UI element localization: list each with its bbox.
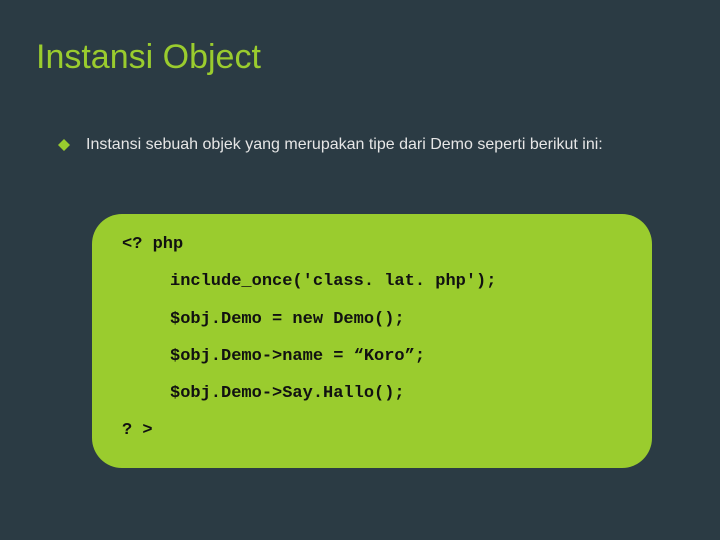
bullet-text: Instansi sebuah objek yang merupakan tip… xyxy=(86,134,603,156)
code-include: include_once('class. lat. php'); xyxy=(122,271,622,292)
code-new-demo: $obj.Demo = new Demo(); xyxy=(122,309,622,330)
bullet-item: Instansi sebuah objek yang merupakan tip… xyxy=(58,134,618,156)
slide-title: Instansi Object xyxy=(36,38,261,77)
code-say-hallo: $obj.Demo->Say.Hallo(); xyxy=(122,383,622,404)
code-set-name: $obj.Demo->name = “Koro”; xyxy=(122,346,622,367)
diamond-bullet-icon xyxy=(58,138,70,156)
code-close-tag: ? > xyxy=(122,420,622,441)
code-open-tag: <? php xyxy=(122,234,622,255)
code-block: <? php include_once('class. lat. php'); … xyxy=(92,214,652,468)
